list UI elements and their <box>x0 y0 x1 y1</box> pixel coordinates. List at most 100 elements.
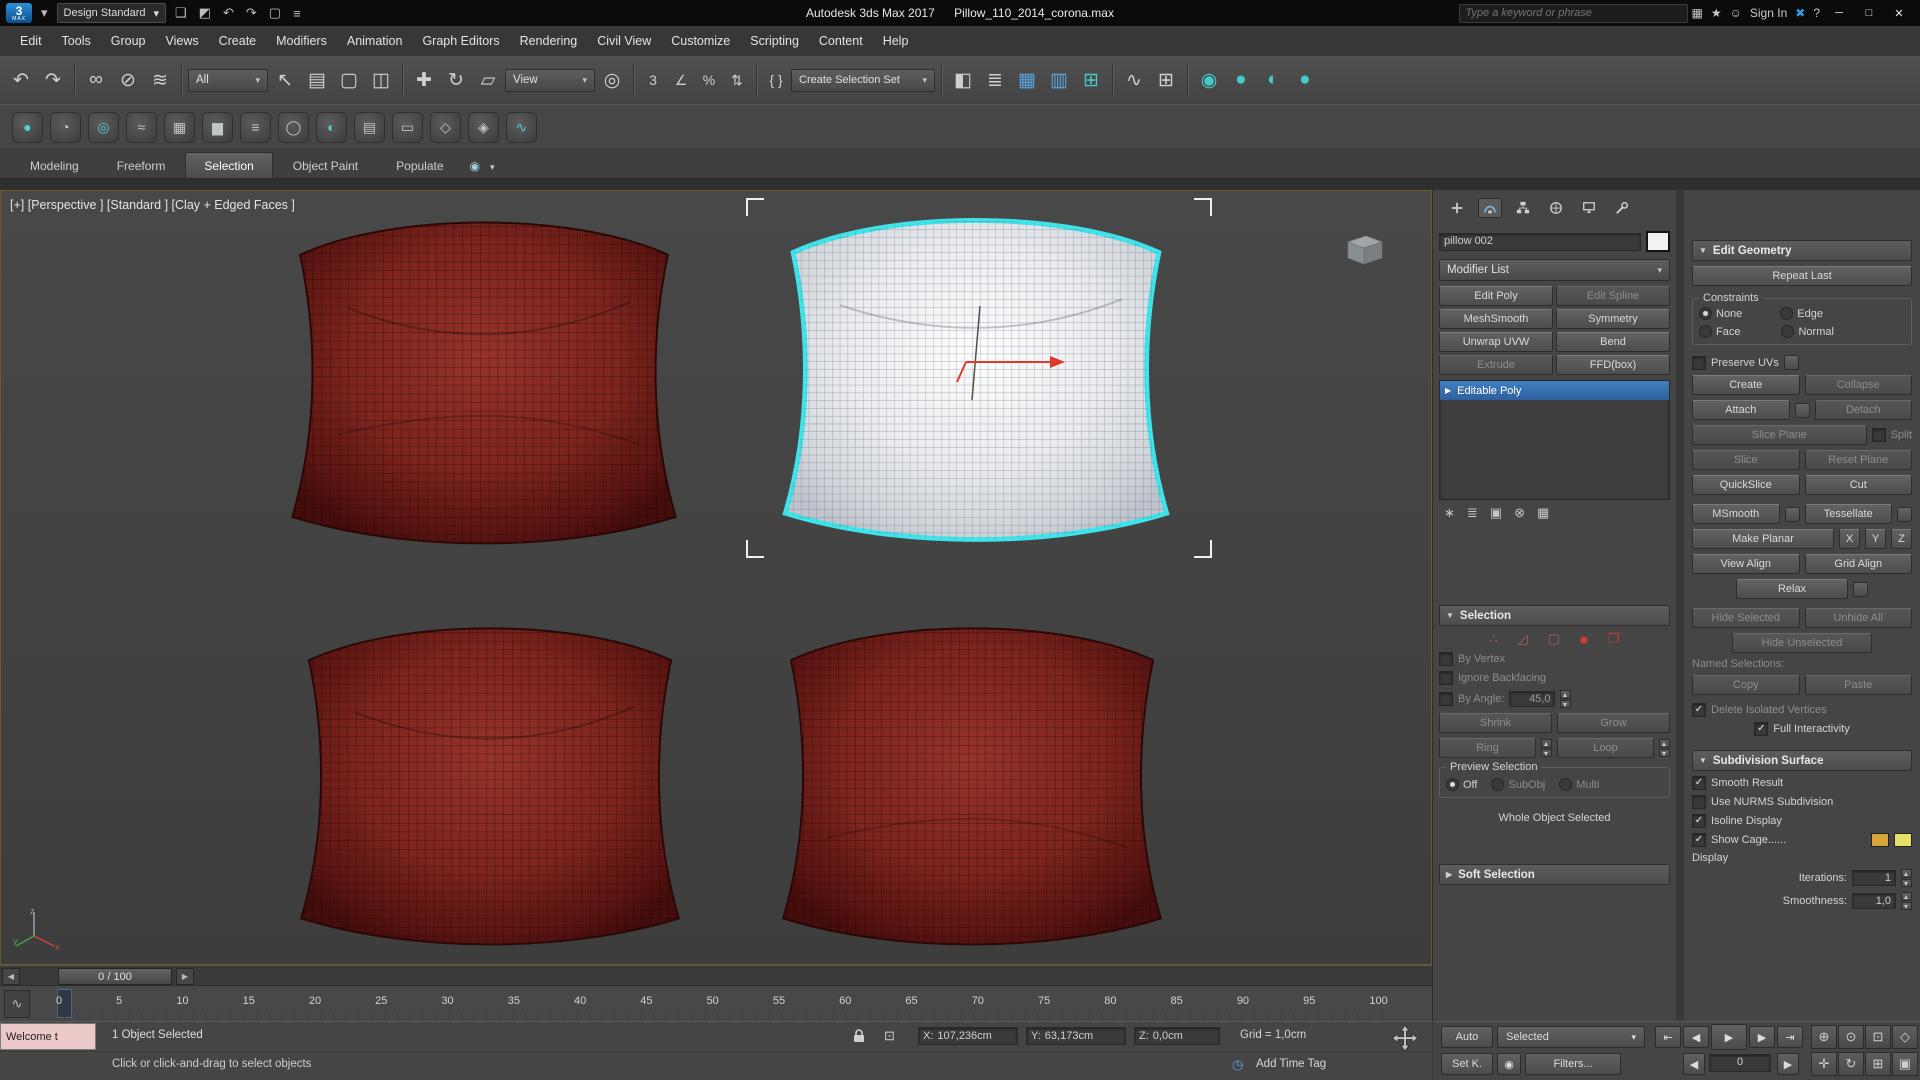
edit-geometry-rollout-header[interactable]: ▼ Edit Geometry <box>1692 240 1912 261</box>
workspace-dropdown[interactable]: Design Standard ▾ <box>56 3 167 23</box>
menu-edit[interactable]: Edit <box>10 29 52 53</box>
select-and-rotate-icon[interactable]: ↻ <box>441 64 471 96</box>
reset-plane-button[interactable]: Reset Plane <box>1804 450 1912 470</box>
pan-view-icon[interactable]: ✛ <box>1811 1052 1837 1076</box>
relax-button[interactable]: Relax <box>1736 579 1848 599</box>
play-button[interactable]: ▶ <box>1711 1024 1747 1050</box>
quickslice-button[interactable]: QuickSlice <box>1692 475 1800 495</box>
ignore-backfacing-checkbox[interactable] <box>1439 671 1453 685</box>
collapse-button[interactable]: Collapse <box>1804 375 1912 395</box>
detach-button[interactable]: Detach <box>1814 400 1912 420</box>
zoom-extents-icon[interactable]: ⊡ <box>1865 1025 1891 1049</box>
tab-populate[interactable]: Populate <box>378 153 461 178</box>
object-name-field[interactable]: pillow 002 <box>1439 232 1641 251</box>
menu-modifiers[interactable]: Modifiers <box>266 29 337 53</box>
unwrap-uvw-button[interactable]: Unwrap UVW <box>1439 332 1553 352</box>
rectangular-selection-region-icon[interactable]: ▢ <box>334 64 364 96</box>
use-center-icon[interactable]: ◎ <box>597 64 627 96</box>
soft-selection-rollout-header[interactable]: ▶ Soft Selection <box>1439 864 1670 885</box>
pin-stack-icon[interactable]: ∗ <box>1439 505 1460 521</box>
tab-modify-icon[interactable] <box>1478 198 1502 218</box>
menu-create[interactable]: Create <box>209 29 267 53</box>
planar-z-button[interactable]: Z <box>1891 529 1912 549</box>
menu-views[interactable]: Views <box>155 29 208 53</box>
relax-settings-button[interactable] <box>1853 581 1868 597</box>
repeat-last-button[interactable]: Repeat Last <box>1692 266 1912 286</box>
attach-button[interactable]: Attach <box>1692 400 1790 420</box>
named-selection-set-dropdown[interactable]: Create Selection Set ▾ <box>791 68 935 92</box>
render-setup-icon[interactable]: ● <box>1226 64 1256 96</box>
secondary-tool-icon[interactable]: ◇ <box>430 111 461 143</box>
slice-plane-button[interactable]: Slice Plane <box>1692 425 1867 445</box>
snap-toggle-3d-icon[interactable]: 3 <box>640 64 666 96</box>
material-editor-icon[interactable]: ◉ <box>1194 64 1224 96</box>
tab-modeling[interactable]: Modeling <box>12 153 97 178</box>
current-frame-field[interactable]: 0 <box>1709 1054 1771 1072</box>
by-angle-value[interactable]: 45,0 <box>1509 691 1556 707</box>
coordinate-y-field[interactable]: Y: 63,173cm <box>1026 1026 1126 1046</box>
paste-button[interactable]: Paste <box>1804 675 1912 695</box>
maximize-viewport-toggle-icon[interactable]: ▣ <box>1892 1052 1918 1076</box>
polygon-subobject-icon[interactable]: ■ <box>1576 632 1592 647</box>
select-object-icon[interactable]: ↖ <box>270 64 300 96</box>
zoom-all-icon[interactable]: ⊙ <box>1838 1025 1864 1049</box>
sign-in-link[interactable]: Sign In <box>1746 6 1791 20</box>
menu-help[interactable]: Help <box>873 29 919 53</box>
hide-unselected-button[interactable]: Hide Unselected <box>1732 633 1872 653</box>
a360-icon[interactable]: ✖ <box>1791 6 1809 20</box>
by-angle-spinner[interactable] <box>1560 690 1572 708</box>
constraint-face-radio[interactable] <box>1699 325 1712 338</box>
tab-hierarchy-icon[interactable] <box>1511 198 1535 218</box>
app-logo-icon[interactable]: 3 MAX <box>6 3 32 23</box>
time-slider-track[interactable]: ◀ 0 / 100 ▶ <box>0 965 1432 986</box>
percent-snap-icon[interactable]: % <box>696 64 722 96</box>
secondary-tool-icon[interactable]: ▭ <box>392 111 423 143</box>
maxscript-mini-listener[interactable]: Welcome t <box>0 1023 96 1050</box>
time-slider-left-arrow[interactable]: ◀ <box>2 968 20 985</box>
user-icon[interactable]: ☺ <box>1726 6 1746 20</box>
menu-scripting[interactable]: Scripting <box>740 29 809 53</box>
selection-rollout-header[interactable]: ▼ Selection <box>1439 605 1670 626</box>
hide-selected-button[interactable]: Hide Selected <box>1692 608 1800 628</box>
key-filters-button[interactable]: Filters... <box>1525 1053 1621 1075</box>
edit-poly-button[interactable]: Edit Poly <box>1439 286 1553 306</box>
menu-content[interactable]: Content <box>809 29 873 53</box>
open-file-icon[interactable]: ❏ <box>172 5 190 21</box>
ffd-box-button[interactable]: FFD(box) <box>1556 355 1670 375</box>
modifier-stack[interactable]: ▶ Editable Poly <box>1439 380 1670 500</box>
planar-y-button[interactable]: Y <box>1865 529 1886 549</box>
secondary-tool-icon[interactable]: ◈ <box>468 111 499 143</box>
key-step-forward-button[interactable]: ▶ <box>1777 1053 1799 1075</box>
time-tag-icon[interactable]: ◷ <box>1232 1057 1243 1073</box>
render-production-icon[interactable]: ● <box>1290 64 1320 96</box>
tab-object-paint[interactable]: Object Paint <box>275 153 376 178</box>
viewport-label[interactable]: [+] [Perspective ] [Standard ] [Clay + E… <box>10 198 295 212</box>
mirror-icon[interactable]: ◧ <box>948 64 978 96</box>
track-bar-ruler[interactable]: ∿ 0 5 10 15 20 25 30 35 40 45 50 55 60 6… <box>0 985 1432 1022</box>
zoom-icon[interactable]: ⊕ <box>1811 1025 1837 1049</box>
cage-selected-color-swatch[interactable] <box>1894 833 1912 847</box>
remove-modifier-icon[interactable]: ⊗ <box>1509 505 1530 521</box>
select-and-link-icon[interactable]: ∞ <box>81 64 111 96</box>
loop-spinner[interactable] <box>1659 739 1670 757</box>
constraint-normal-radio[interactable] <box>1781 325 1795 338</box>
edge-subobject-icon[interactable]: ◿ <box>1514 631 1532 647</box>
grid-align-button[interactable]: Grid Align <box>1804 554 1912 574</box>
selection-lock-icon[interactable] <box>852 1028 866 1047</box>
extrude-button[interactable]: Extrude <box>1439 355 1553 375</box>
selected-dropdown[interactable]: Selected ▾ <box>1497 1026 1645 1048</box>
previous-frame-button[interactable]: ◀ <box>1683 1026 1709 1048</box>
configure-modifier-sets-icon[interactable]: ▦ <box>1532 505 1554 521</box>
unhide-all-button[interactable]: Unhide All <box>1804 608 1912 628</box>
menu-civil-view[interactable]: Civil View <box>587 29 661 53</box>
smooth-result-checkbox[interactable]: ✓ <box>1692 776 1706 790</box>
orbit-icon[interactable]: ↻ <box>1838 1052 1864 1076</box>
preserve-uvs-settings-button[interactable] <box>1783 355 1799 370</box>
undo-icon[interactable]: ↶ <box>220 5 237 21</box>
secondary-tool-icon[interactable]: ◯ <box>278 111 309 143</box>
view-align-button[interactable]: View Align <box>1692 554 1800 574</box>
selection-filter-dropdown[interactable]: All ▾ <box>188 68 268 92</box>
next-frame-button[interactable]: ▶ <box>1749 1026 1775 1048</box>
secondary-tool-icon[interactable]: ≡ <box>240 111 271 143</box>
tessellate-settings-button[interactable] <box>1897 506 1912 522</box>
